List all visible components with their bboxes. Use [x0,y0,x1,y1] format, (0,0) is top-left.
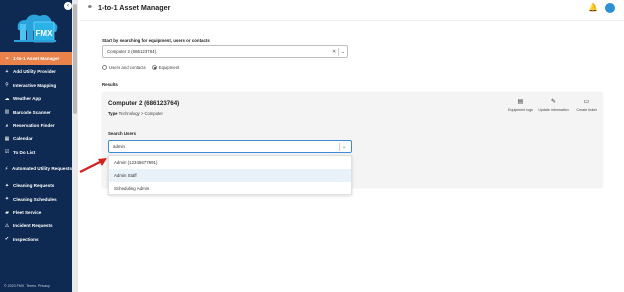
result-name: Computer 2 (686123764) [108,100,180,107]
map-pin-icon: ⚲ [5,82,9,89]
sidebar-item-interactive-mapping[interactable]: ⚲ Interactive Mapping [0,79,72,92]
sidebar-item-automated-utility-requests[interactable]: ⚡ Automated Utility Requests [0,159,72,179]
radio-users-contacts[interactable] [102,65,107,70]
sidebar-item-label: Cleaning Schedules [13,196,57,202]
alert-icon: ⚠ [4,222,10,229]
result-type-label: Type [108,111,118,116]
result-actions: ▤ Equipment logs ✎ Update information ▭ Creat… [504,99,603,112]
sidebar-item-inspections[interactable]: ✔ Inspections [0,233,72,246]
radio-equipment[interactable] [151,65,157,70]
action-label: Create ticket [576,108,597,112]
result-type-value: Technology > Computer [118,111,163,116]
dropdown-option[interactable]: Admin Staff [109,169,351,182]
results-heading: Results [102,82,118,87]
sidebar-item-label: Add Utility Provider [13,69,56,75]
page-header: ⚭ 1-to-1 Asset Manager 🔔 [80,0,624,18]
broom-icon: ✦ [4,182,10,189]
sidebar-item-cleaning-schedules[interactable]: ✦ Cleaning Schedules [0,193,72,206]
sidebar: ‹ FMX ⚭ 1-to-1 Asset Manager + Add Utility … [0,0,78,292]
sidebar-item-cleaning-requests[interactable]: ✦ Cleaning Requests [0,179,72,192]
dropdown-option[interactable]: Scheduling Admin [109,182,351,195]
search-label: Start by searching for equipment, users … [102,38,210,43]
action-update-information[interactable]: ✎ Update information [537,99,570,112]
sidebar-item-label: Automated Utility Requests [12,166,72,172]
car-icon: ▰ [5,209,9,216]
annotation-arrow [79,158,107,173]
sidebar-item-label: Incident Requests [13,223,53,229]
search-icon: ⌕ [5,122,9,129]
sidebar-item-label: Inspections [13,236,39,242]
search-users-input[interactable]: admin ⌄ [108,140,352,153]
chevron-down-icon[interactable]: ⌄ [342,144,346,150]
sidebar-item-add-utility-provider[interactable]: + Add Utility Provider [0,65,72,78]
chevron-down-icon[interactable]: ⌄ [341,49,345,55]
check-icon: ✔ [4,236,10,243]
users-dropdown: Admin (12345677891) Admin Staff Scheduling… [108,155,352,195]
calendar-icon: ▦ [4,136,10,143]
sidebar-item-barcode-scanner[interactable]: ▥ Barcode Scanner [0,106,72,119]
action-label: Update information [538,108,569,112]
action-equipment-logs[interactable]: ▤ Equipment logs [504,99,537,112]
privacy-link[interactable]: Privacy [38,284,50,288]
sidebar-item-label: 1-to-1 Asset Manager [13,55,60,61]
asset-icon: ⚭ [4,55,10,62]
plus-icon: + [5,69,9,76]
avatar[interactable] [605,3,615,13]
barcode-icon: ▥ [4,109,10,116]
sidebar-item-calendar[interactable]: ▦ Calendar [0,132,72,145]
sidebar-item-label: Weather App [13,96,42,102]
bolt-icon: ⚡ [4,166,9,173]
scrollbar-thumb[interactable] [73,4,77,114]
action-label: Equipment logs [508,108,533,112]
sidebar-item-reservation-finder[interactable]: ⌕ Reservation Finder [0,119,72,132]
sidebar-scrollbar[interactable] [72,0,78,292]
sidebar-footer: © 2023 FMX Terms Privacy [4,284,50,288]
cloud-icon: ☁ [4,95,10,102]
sidebar-item-incident-requests[interactable]: ⚠ Incident Requests [0,219,72,232]
search-users-value: admin [113,144,125,149]
sidebar-nav: ⚭ 1-to-1 Asset Manager + Add Utility Provid… [0,52,72,246]
checklist-icon: ☑ [4,149,10,156]
link-icon: ⚭ [87,4,93,11]
sidebar-item-1-to-1-asset-manager[interactable]: ⚭ 1-to-1 Asset Manager [0,52,72,66]
radio-equipment-label[interactable]: Equipment [159,65,180,70]
result-type: Type Technology > Computer [108,111,163,116]
sidebar-item-label: Interactive Mapping [13,82,57,88]
bell-icon[interactable]: 🔔 [588,3,598,12]
monitor-icon: ▭ [583,99,590,105]
page-title: 1-to-1 Asset Manager [98,3,171,12]
fmx-logo: FMX [14,14,58,43]
radio-users-contacts-label[interactable]: Users and contacts [109,65,146,70]
sidebar-item-fleet-service[interactable]: ▰ Fleet Service [0,206,72,219]
collapse-sidebar-icon[interactable]: ‹ [64,2,72,10]
action-create-ticket[interactable]: ▭ Create ticket [570,99,603,112]
search-type-radios: Users and contacts Equipment [102,65,185,70]
copyright-text: © 2023 FMX [4,284,25,288]
clear-icon[interactable]: ✕ [332,49,336,55]
schedule-icon: ✦ [4,196,10,203]
dropdown-option[interactable]: Admin (12345677891) [109,156,351,169]
sidebar-item-label: To Do List [13,149,36,155]
terms-link[interactable]: Terms [26,284,36,288]
sidebar-item-label: Calendar [13,136,33,142]
sidebar-item-label: Reservation Finder [13,122,55,128]
select-separator [339,143,340,151]
logo-text: FMX [36,29,54,38]
header-divider [80,20,624,21]
select-separator [338,48,339,56]
pencil-icon: ✎ [550,99,557,105]
sidebar-item-label: Fleet Service [13,209,42,215]
sidebar-item-label: Barcode Scanner [13,109,51,115]
asset-search-select[interactable]: Computer 2 (686123764) ✕ ⌄ [102,45,348,58]
search-users-label: Search Users [108,131,137,136]
sidebar-item-label: Cleaning Requests [13,183,55,189]
sidebar-item-weather-app[interactable]: ☁ Weather App [0,92,72,105]
sidebar-item-to-do-list[interactable]: ☑ To Do List [0,146,72,159]
asset-search-value: Computer 2 (686123764) [107,49,157,55]
book-icon: ▤ [517,99,524,105]
